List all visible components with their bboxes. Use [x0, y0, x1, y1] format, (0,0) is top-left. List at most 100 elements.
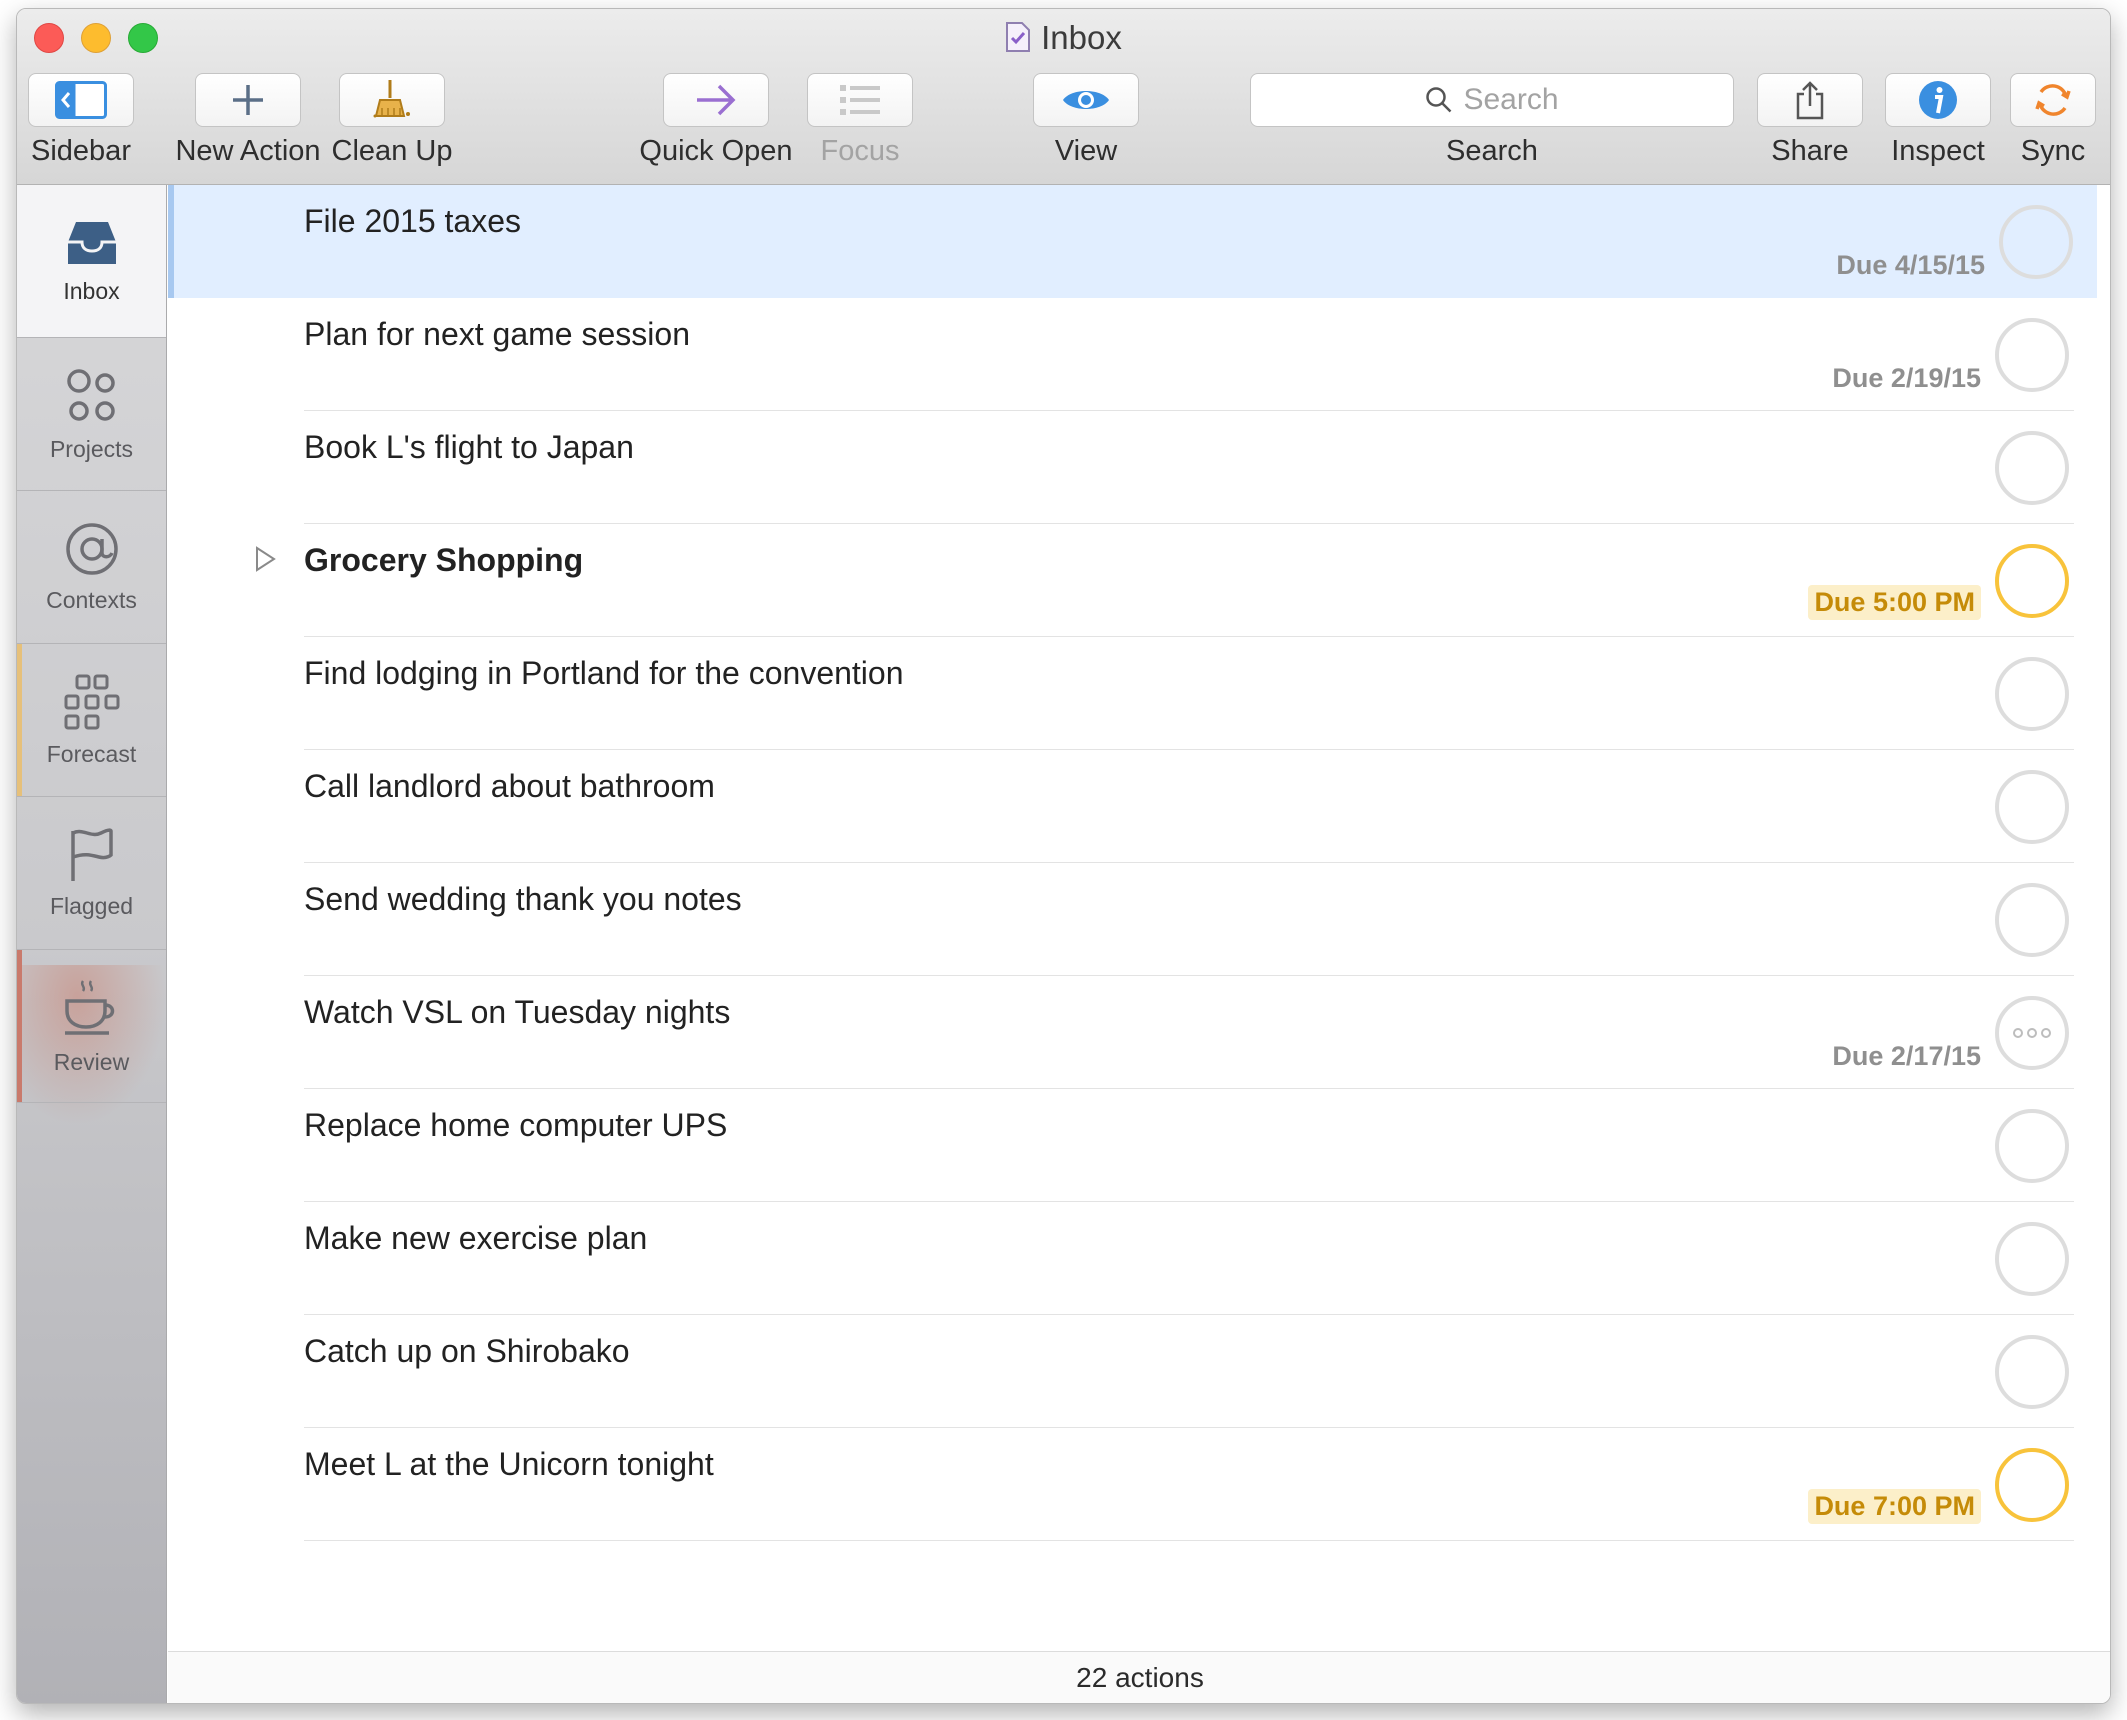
- action-title[interactable]: File 2015 taxes: [304, 203, 521, 240]
- completion-checkbox[interactable]: [1995, 544, 2069, 618]
- action-row-call-landlord[interactable]: Call landlord about bathroom: [168, 750, 2093, 863]
- completion-checkbox[interactable]: [1999, 205, 2073, 279]
- action-title[interactable]: Make new exercise plan: [304, 1220, 647, 1257]
- tab-projects[interactable]: Projects: [17, 338, 166, 491]
- tab-review[interactable]: Review: [17, 950, 166, 1103]
- action-row-replace-ups[interactable]: Replace home computer UPS: [168, 1089, 2093, 1202]
- completion-checkbox[interactable]: [1995, 1109, 2069, 1183]
- focus-list-icon: [840, 85, 880, 115]
- tab-flagged[interactable]: Flagged: [17, 797, 166, 950]
- perspective-sidebar: Inbox Projects Contexts Forecast Flagged…: [17, 185, 167, 1703]
- share-label: Share: [1771, 135, 1849, 167]
- action-row-grocery-shopping[interactable]: Grocery Shopping Due 5:00 PM: [168, 524, 2093, 637]
- app-window: Inbox Sidebar New Action Clean Up Quick …: [16, 8, 2111, 1704]
- action-due-date: Due 4/15/15: [1836, 250, 1985, 280]
- projects-circles-icon: [66, 368, 115, 421]
- action-row-thank-you-notes[interactable]: Send wedding thank you notes: [168, 863, 2093, 976]
- completion-checkbox[interactable]: [1995, 318, 2069, 392]
- sidebar-toggle-button[interactable]: Sidebar: [25, 73, 137, 168]
- window-title: Inbox: [17, 19, 2110, 61]
- completion-checkbox[interactable]: [1995, 770, 2069, 844]
- sidebar-label: Sidebar: [31, 135, 131, 167]
- action-row-shirobako[interactable]: Catch up on Shirobako: [168, 1315, 2093, 1428]
- quick-open-arrow-icon: [697, 84, 736, 116]
- search-label: Search: [1446, 135, 1538, 167]
- clean-up-control[interactable]: [339, 73, 445, 127]
- action-row-lodging-portland[interactable]: Find lodging in Portland for the convent…: [168, 637, 2093, 750]
- action-title[interactable]: Find lodging in Portland for the convent…: [304, 655, 904, 692]
- tab-contexts-label: Contexts: [46, 586, 137, 613]
- repeat-dots-icon: [2013, 1028, 2051, 1038]
- new-action-control[interactable]: [195, 73, 301, 127]
- view-button[interactable]: View: [1021, 73, 1151, 168]
- action-title[interactable]: Call landlord about bathroom: [304, 768, 715, 805]
- broom-icon: [373, 80, 410, 118]
- action-title[interactable]: Send wedding thank you notes: [304, 881, 742, 918]
- search-placeholder: Search: [1463, 83, 1559, 116]
- completion-checkbox[interactable]: [1995, 1335, 2069, 1409]
- action-title[interactable]: Catch up on Shirobako: [304, 1333, 630, 1370]
- sync-icon: [2035, 84, 2071, 116]
- tab-contexts[interactable]: Contexts: [17, 491, 166, 644]
- info-icon: [1919, 81, 1957, 119]
- action-title[interactable]: Grocery Shopping: [304, 542, 583, 579]
- tab-review-label: Review: [53, 1048, 130, 1075]
- search-input[interactable]: Search: [1250, 73, 1734, 127]
- tab-inbox[interactable]: Inbox: [17, 185, 166, 338]
- action-row-exercise-plan[interactable]: Make new exercise plan: [168, 1202, 2093, 1315]
- inspect-button[interactable]: Inspect: [1873, 73, 2003, 168]
- action-title[interactable]: Book L's flight to Japan: [304, 429, 634, 466]
- tab-projects-label: Projects: [49, 435, 134, 462]
- share-icon: [1796, 81, 1824, 120]
- completion-checkbox[interactable]: [1995, 657, 2069, 731]
- quick-open-label: Quick Open: [639, 135, 793, 167]
- toolbar: Inbox Sidebar New Action Clean Up Quick …: [17, 9, 2110, 185]
- view-control[interactable]: [1033, 73, 1139, 127]
- sync-label: Sync: [2020, 135, 2086, 167]
- action-due-date: Due 2/17/15: [1832, 1041, 1981, 1071]
- completion-checkbox[interactable]: [1995, 1222, 2069, 1296]
- completion-checkbox[interactable]: [1995, 1448, 2069, 1522]
- inbox-tray-icon: [67, 221, 116, 264]
- view-label: View: [1054, 135, 1118, 167]
- action-title[interactable]: Watch VSL on Tuesday nights: [304, 994, 730, 1031]
- action-title[interactable]: Plan for next game session: [304, 316, 690, 353]
- flag-icon: [70, 827, 113, 881]
- document-icon: [1005, 21, 1031, 61]
- share-control[interactable]: [1757, 73, 1863, 127]
- clean-up-label: Clean Up: [331, 135, 453, 167]
- completion-checkbox[interactable]: [1995, 996, 2069, 1070]
- action-due-soon-badge: Due 5:00 PM: [1808, 585, 1981, 620]
- window-title-text: Inbox: [1041, 19, 1122, 56]
- search-icon: [1426, 87, 1452, 113]
- sync-button[interactable]: Sync: [2003, 73, 2103, 168]
- action-row-meet-unicorn[interactable]: Meet L at the Unicorn tonight Due 7:00 P…: [168, 1428, 2093, 1541]
- disclosure-triangle-icon[interactable]: [254, 546, 276, 572]
- plus-icon: [233, 85, 263, 115]
- tab-forecast[interactable]: Forecast: [17, 644, 166, 797]
- action-count: 22 actions: [1076, 1662, 1204, 1693]
- completion-checkbox[interactable]: [1995, 431, 2069, 505]
- new-action-label: New Action: [175, 135, 321, 167]
- completion-checkbox[interactable]: [1995, 883, 2069, 957]
- clean-up-button[interactable]: Clean Up: [327, 73, 457, 168]
- new-action-button[interactable]: New Action: [173, 73, 323, 168]
- action-row-flight-japan[interactable]: Book L's flight to Japan: [168, 411, 2093, 524]
- forecast-accent-bar: [17, 644, 22, 796]
- inspect-control[interactable]: [1885, 73, 1991, 127]
- coffee-cup-icon: [64, 979, 114, 1035]
- tab-flagged-label: Flagged: [49, 892, 134, 919]
- action-row-game-session[interactable]: Plan for next game session Due 2/19/15: [168, 298, 2093, 411]
- focus-control: [807, 73, 913, 127]
- action-row-watch-vsl[interactable]: Watch VSL on Tuesday nights Due 2/17/15: [168, 976, 2093, 1089]
- row-separator: [304, 1540, 2074, 1541]
- sidebar-toggle-control[interactable]: [28, 73, 134, 127]
- quick-open-control[interactable]: [663, 73, 769, 127]
- action-row-file-taxes[interactable]: File 2015 taxes Due 4/15/15: [168, 185, 2097, 298]
- sync-control[interactable]: [2010, 73, 2096, 127]
- share-button[interactable]: Share: [1754, 73, 1866, 168]
- quick-open-button[interactable]: Quick Open: [631, 73, 801, 168]
- tab-inbox-label: Inbox: [63, 277, 120, 304]
- action-title[interactable]: Meet L at the Unicorn tonight: [304, 1446, 714, 1483]
- action-title[interactable]: Replace home computer UPS: [304, 1107, 727, 1144]
